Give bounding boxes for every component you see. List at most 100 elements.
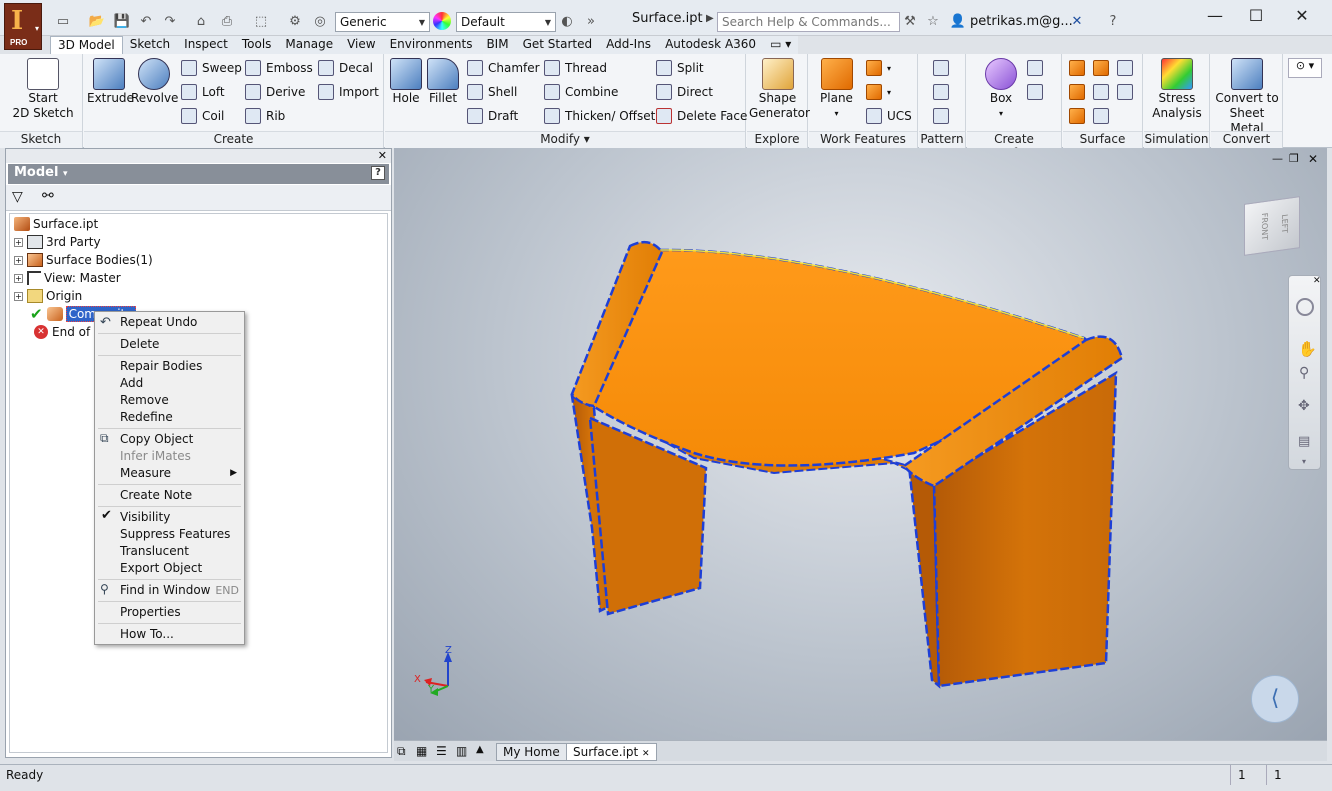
tab-3d-model[interactable]: 3D Model xyxy=(50,36,123,54)
freeform-convert-button[interactable] xyxy=(1027,84,1048,100)
appearance-select[interactable]: Default ▼ xyxy=(456,12,556,32)
import-button[interactable]: Import xyxy=(318,84,379,100)
viewcube[interactable]: FRONT LEFT xyxy=(1244,196,1300,256)
axis-button[interactable]: ▾ xyxy=(866,60,891,76)
shape-generator-button[interactable]: Shape Generator xyxy=(749,58,810,121)
tab-tools[interactable]: Tools xyxy=(235,36,279,54)
tree-item-view-master[interactable]: + View: Master xyxy=(14,269,121,287)
cascade-icon[interactable]: ⧉ xyxy=(397,744,406,759)
menu-repeat-undo[interactable]: Repeat Undo xyxy=(120,315,197,329)
tab-environments[interactable]: Environments xyxy=(383,36,480,54)
ribbon-expand-button[interactable]: ⊙ ▾ xyxy=(1288,58,1322,78)
expand-icon[interactable]: + xyxy=(14,291,23,301)
tab-bim[interactable]: BIM xyxy=(479,36,515,54)
new-file-icon[interactable]: ▭ xyxy=(54,12,72,30)
orbit-icon[interactable]: ✥ xyxy=(1298,398,1310,414)
sculpt-button[interactable] xyxy=(1093,60,1114,76)
point-button[interactable]: ▾ xyxy=(866,84,891,100)
coil-button[interactable]: Coil xyxy=(181,108,224,124)
print-icon[interactable]: ⎙ xyxy=(218,12,236,30)
tab-surface-ipt[interactable]: Surface.ipt ✕ xyxy=(566,743,657,761)
menu-add[interactable]: Add xyxy=(120,376,143,390)
search-binoculars-icon[interactable]: ⚒ xyxy=(901,12,919,30)
derive-button[interactable]: Derive xyxy=(245,84,305,100)
fillet-button[interactable]: Fillet xyxy=(425,58,461,106)
update-icon[interactable]: ⚙ xyxy=(286,12,304,30)
color-override-icon[interactable]: ◎ xyxy=(311,12,329,30)
zoom-icon[interactable]: ⚲ xyxy=(1299,365,1309,381)
box-button[interactable]: Box ▾ xyxy=(979,58,1023,121)
help-icon[interactable]: ? xyxy=(371,166,385,180)
expand-icon[interactable]: + xyxy=(14,273,23,283)
expand-icon[interactable]: + xyxy=(14,255,23,265)
home-icon[interactable]: ⌂ xyxy=(192,12,210,30)
tree-item-root[interactable]: Surface.ipt xyxy=(14,215,98,233)
exchange-apps-icon[interactable]: ✕ xyxy=(1068,12,1086,30)
search-input[interactable]: Search Help & Commands... xyxy=(717,12,900,32)
plane-button[interactable]: Plane ▾ xyxy=(814,58,859,121)
share-icon[interactable]: ⟨ xyxy=(1251,675,1299,723)
ucs-button[interactable]: UCS xyxy=(866,108,912,124)
app-menu-button[interactable]: I PRO ▾ xyxy=(4,3,42,50)
loft-button[interactable]: Loft xyxy=(181,84,225,100)
tile-vertical-icon[interactable]: ▥ xyxy=(456,744,467,758)
menu-delete[interactable]: Delete xyxy=(120,337,159,351)
viewport-close-icon[interactable]: ✕ xyxy=(1308,152,1318,166)
close-icon[interactable]: ✕ xyxy=(642,749,650,759)
draft-button[interactable]: Draft xyxy=(467,108,518,124)
rectangular-pattern-button[interactable] xyxy=(933,60,954,76)
tile-icon[interactable]: ▦ xyxy=(416,744,427,758)
freeform-edit-button[interactable] xyxy=(1027,60,1048,76)
trim-button[interactable] xyxy=(1069,84,1090,100)
user-name[interactable]: petrikas.m@g... xyxy=(970,14,1073,29)
undo-icon[interactable]: ↶ xyxy=(137,12,155,30)
menu-copy-object[interactable]: Copy Object xyxy=(120,432,193,446)
menu-suppress-features[interactable]: Suppress Features xyxy=(120,527,230,541)
menu-translucent[interactable]: Translucent xyxy=(120,544,189,558)
redo-icon[interactable]: ↷ xyxy=(161,12,179,30)
close-icon[interactable]: ✕ xyxy=(1282,6,1322,28)
mirror-button[interactable] xyxy=(933,108,954,124)
search-expand-icon[interactable]: ▶ xyxy=(706,13,714,24)
chamfer-button[interactable]: Chamfer xyxy=(467,60,540,76)
open-file-icon[interactable]: 📂 xyxy=(88,12,106,30)
tab-inspect[interactable]: Inspect xyxy=(177,36,235,54)
menu-repair-bodies[interactable]: Repair Bodies xyxy=(120,359,202,373)
menu-remove[interactable]: Remove xyxy=(120,393,169,407)
expand-icon[interactable]: + xyxy=(14,237,23,247)
menu-find-in-window[interactable]: Find in Window xyxy=(120,583,210,597)
find-binoculars-icon[interactable]: ⚯ xyxy=(42,188,54,204)
tab-autodesk-a360[interactable]: Autodesk A360 xyxy=(658,36,763,54)
tile-horizontal-icon[interactable]: ☰ xyxy=(436,744,447,758)
menu-properties[interactable]: Properties xyxy=(120,605,181,619)
chevron-up-icon[interactable]: ▲ xyxy=(476,744,484,755)
revolve-button[interactable]: Revolve xyxy=(131,58,178,106)
appearance-icon[interactable] xyxy=(433,12,451,30)
panel-title[interactable]: Modify ▾ xyxy=(385,131,745,148)
boundary-patch-button[interactable] xyxy=(1093,108,1114,124)
menu-visibility[interactable]: Visibility xyxy=(120,510,170,524)
maximize-icon[interactable]: ☐ xyxy=(1236,6,1276,28)
select-icon[interactable]: ⬚ xyxy=(252,12,270,30)
combine-button[interactable]: Combine xyxy=(544,84,618,100)
tab-get-started[interactable]: Get Started xyxy=(516,36,600,54)
tree-item-origin[interactable]: + Origin xyxy=(14,287,82,305)
favorites-star-icon[interactable]: ☆ xyxy=(924,12,942,30)
tab-view[interactable]: View xyxy=(340,36,382,54)
tree-item-surface-bodies[interactable]: + Surface Bodies(1) xyxy=(14,251,153,269)
circular-pattern-button[interactable] xyxy=(933,84,954,100)
help-icon[interactable]: ? xyxy=(1104,12,1122,30)
menu-measure[interactable]: Measure xyxy=(120,466,171,480)
look-at-icon[interactable]: ▤ xyxy=(1298,434,1310,449)
emboss-button[interactable]: Emboss xyxy=(245,60,313,76)
steering-wheel-icon[interactable] xyxy=(1296,298,1314,316)
extrude-button[interactable]: Extrude xyxy=(87,58,134,106)
patch-button[interactable] xyxy=(1117,60,1138,76)
decal-button[interactable]: Decal xyxy=(318,60,373,76)
chevron-down-icon[interactable]: ▾ xyxy=(1302,457,1306,466)
menu-redefine[interactable]: Redefine xyxy=(120,410,173,424)
menu-how-to[interactable]: How To... xyxy=(120,627,174,641)
graphics-viewport[interactable]: FRONT LEFT — ❐ ✕ Z X Y ⟨ xyxy=(394,148,1327,740)
thicken-offset-button[interactable]: Thicken/ Offset xyxy=(544,108,655,124)
pan-hand-icon[interactable]: ✋ xyxy=(1298,340,1317,358)
